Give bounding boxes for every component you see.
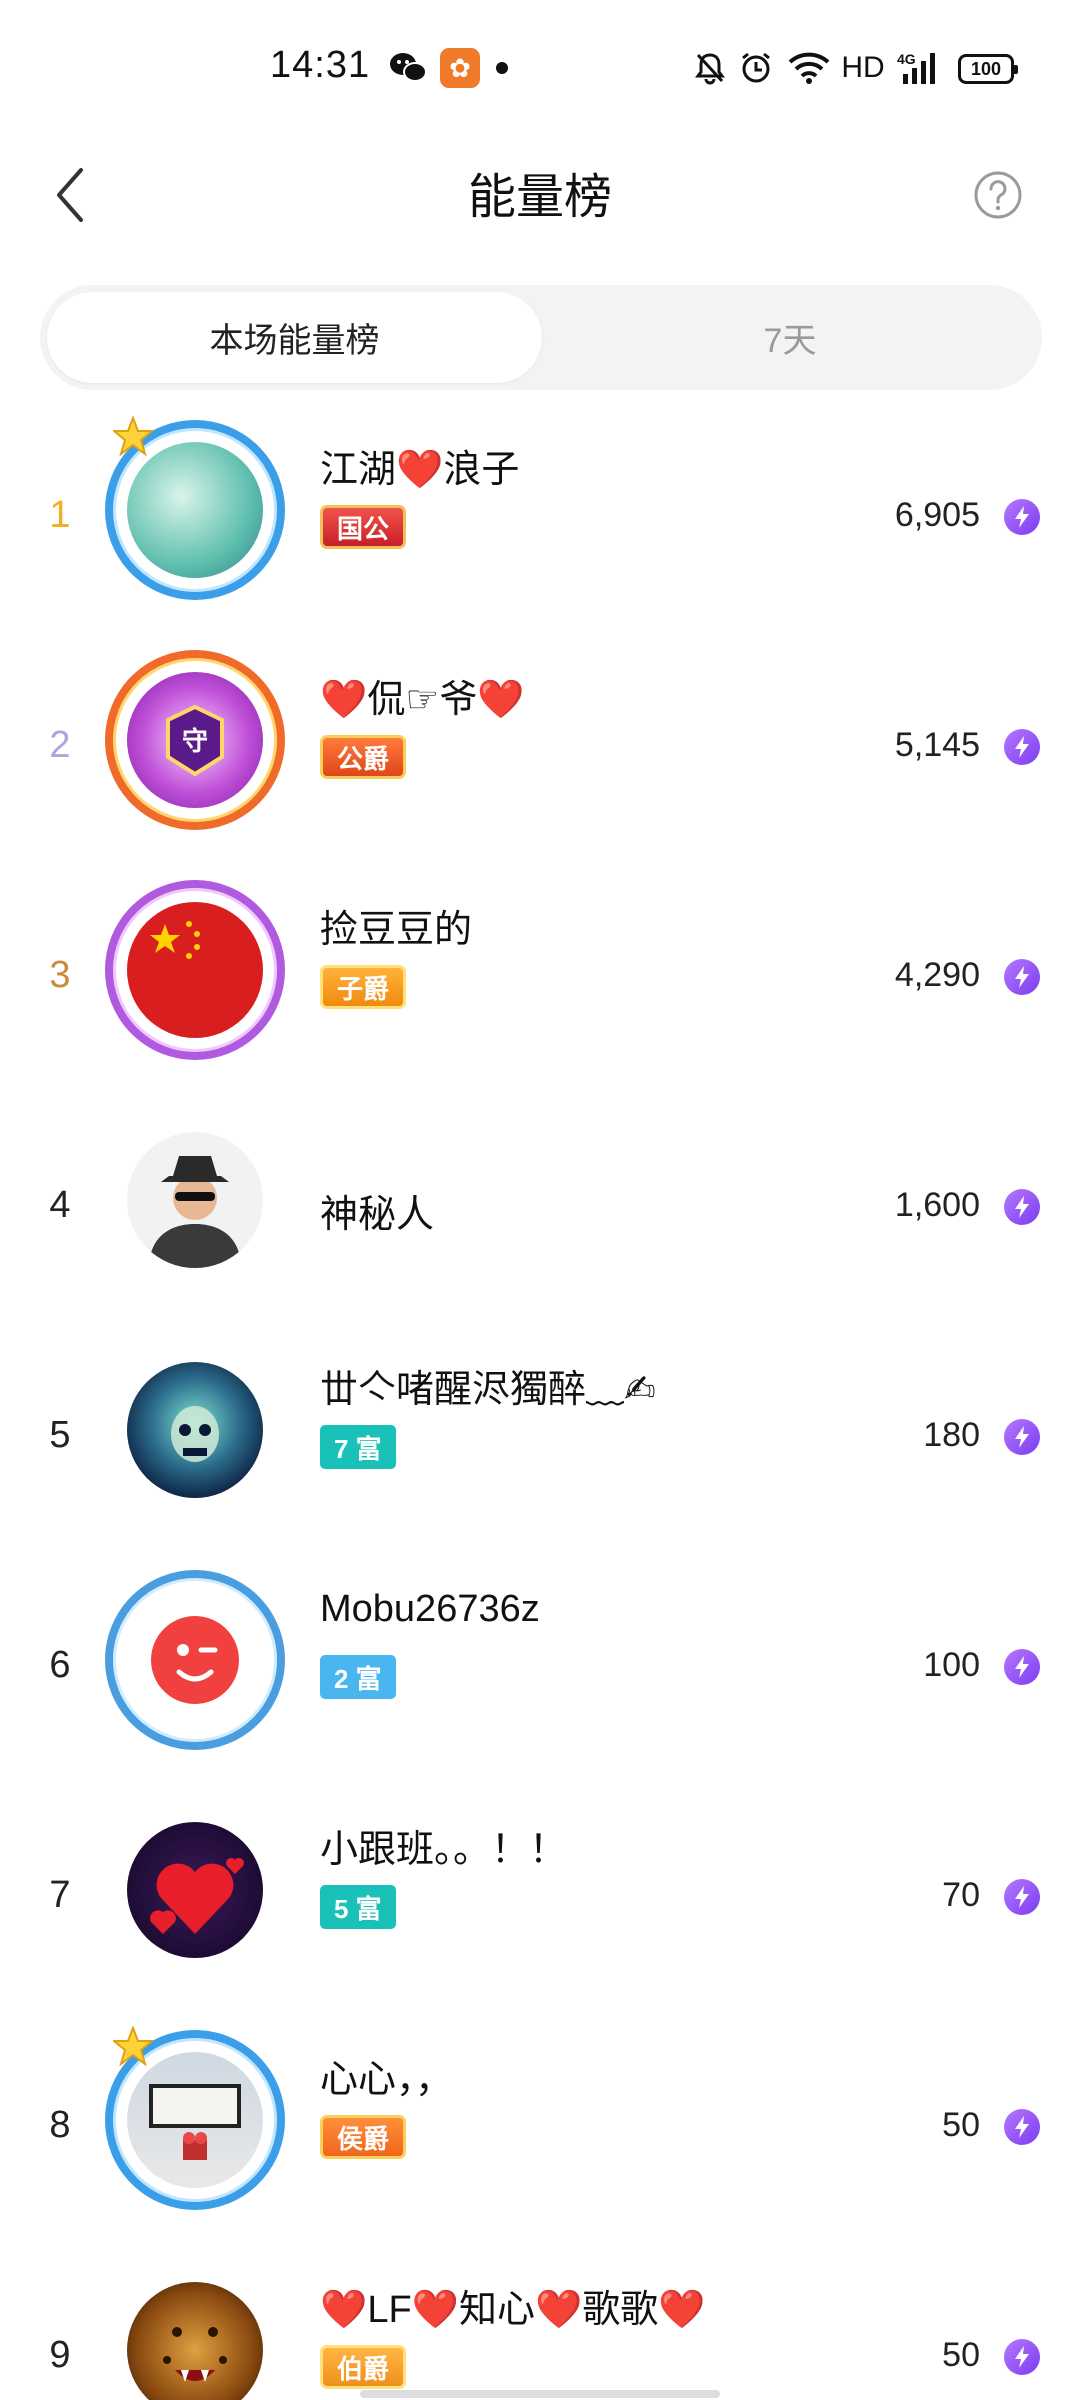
page-title: 能量榜 <box>467 171 612 224</box>
status-bar: 14:31 ✿ HD 4G 100 <box>0 0 1080 135</box>
rank-number: 6 <box>49 1643 71 1686</box>
rank-badge: 7 富 <box>320 1425 396 1469</box>
question-circle-icon <box>974 171 1022 219</box>
rank-number: 2 <box>49 723 71 766</box>
alarm-icon <box>736 48 776 88</box>
lightning-icon <box>1004 499 1040 535</box>
user-name: 神秘人 <box>320 1194 435 1236</box>
ranking-row[interactable]: 9 ❤️LF❤️知心❤️歌歌❤️ 伯爵 50 <box>0 2240 1080 2400</box>
energy-score: 1,600 <box>894 1185 980 1224</box>
ranking-row[interactable]: 4 神秘人 1,600 <box>0 1090 1080 1320</box>
rank-number: 8 <box>49 2103 71 2146</box>
avatar[interactable] <box>105 1340 285 1520</box>
ranking-row[interactable]: 6 Mobu26736z 2 富 100 <box>0 1550 1080 1780</box>
ranking-row[interactable]: 8 心心，， 侯爵 50 <box>0 2010 1080 2240</box>
ranking-row[interactable]: 3 捡豆豆的 子爵 4,290 <box>0 860 1080 1090</box>
user-name: 江湖❤️浪子 <box>320 449 520 491</box>
lightning-icon <box>1004 2339 1040 2375</box>
energy-score: 6,905 <box>894 495 980 534</box>
rank-badge: 国公 <box>320 505 407 549</box>
status-time: 14:31 <box>270 44 371 86</box>
lightning-icon <box>1004 1879 1040 1915</box>
avatar[interactable] <box>105 2260 285 2400</box>
hd-indicator: HD <box>841 51 885 84</box>
notification-dot-icon <box>494 48 510 88</box>
tab-current-session[interactable]: 本场能量榜 <box>47 292 542 383</box>
rank-badge: 公爵 <box>320 735 407 779</box>
wifi-icon <box>786 48 832 88</box>
rank-number: 9 <box>49 2333 71 2376</box>
user-name: 丗亽啫醒浕獨醉﹏✍ <box>320 1369 656 1411</box>
star-icon <box>113 2026 153 2066</box>
lightning-icon <box>1004 2109 1040 2145</box>
energy-score: 50 <box>942 2335 980 2374</box>
user-name: ❤️侃☞爷❤️ <box>320 679 525 721</box>
energy-score: 180 <box>923 1415 980 1454</box>
ranking-row[interactable]: 7 小跟班。。！！ 5 富 70 <box>0 1780 1080 2010</box>
rank-number: 7 <box>49 1873 71 1916</box>
rank-number: 1 <box>49 493 71 536</box>
energy-score: 50 <box>942 2105 980 2144</box>
avatar[interactable] <box>105 1800 285 1980</box>
battery-icon: 100 <box>958 54 1018 84</box>
ranking-row[interactable]: 5 丗亽啫醒浕獨醉﹏✍ 7 富 180 <box>0 1320 1080 1550</box>
ranking-row[interactable]: 2 守 ❤️侃☞爷❤️ 公爵 5,145 <box>0 630 1080 860</box>
home-indicator <box>360 2390 720 2398</box>
energy-score: 100 <box>923 1645 980 1684</box>
avatar[interactable] <box>105 1570 285 1750</box>
star-icon <box>113 416 153 456</box>
rank-badge: 2 富 <box>320 1655 396 1699</box>
help-button[interactable] <box>960 157 1036 233</box>
app-notification-icon: ✿ <box>440 48 480 88</box>
user-name: 心心，， <box>320 2059 454 2101</box>
rank-badge: 子爵 <box>320 965 407 1009</box>
lightning-icon <box>1004 959 1040 995</box>
avatar[interactable] <box>105 1110 285 1290</box>
header: 能量榜 <box>0 135 1080 270</box>
tab-7-days[interactable]: 7天 <box>545 292 1035 383</box>
rank-badge: 5 富 <box>320 1885 396 1929</box>
rank-number: 4 <box>49 1183 71 1226</box>
lightning-icon <box>1004 1649 1040 1685</box>
user-name: 捡豆豆的 <box>320 909 473 951</box>
lightning-icon <box>1004 1189 1040 1225</box>
avatar[interactable]: 守 <box>105 650 285 830</box>
rank-badge: 侯爵 <box>320 2115 407 2159</box>
user-name: Mobu26736z <box>320 1588 540 1630</box>
avatar[interactable] <box>105 880 285 1060</box>
signal-icon: 4G <box>896 48 944 88</box>
energy-score: 70 <box>942 1875 980 1914</box>
user-name: 小跟班。。！！ <box>320 1829 568 1871</box>
lightning-icon <box>1004 729 1040 765</box>
user-name: ❤️LF❤️知心❤️歌歌❤️ <box>320 2289 706 2331</box>
avatar[interactable] <box>105 2026 285 2210</box>
ranking-row[interactable]: 1 江湖❤️浪子 国公 6,905 <box>0 400 1080 630</box>
svg-text:4G: 4G <box>897 51 916 67</box>
avatar[interactable] <box>105 416 285 600</box>
rank-badge: 伯爵 <box>320 2345 407 2389</box>
energy-score: 5,145 <box>894 725 980 764</box>
wechat-icon <box>388 48 428 88</box>
ranking-tabs: 本场能量榜 7天 <box>40 285 1042 390</box>
lightning-icon <box>1004 1419 1040 1455</box>
energy-score: 4,290 <box>894 955 980 994</box>
rank-number: 5 <box>49 1413 71 1456</box>
bell-muted-icon <box>690 48 730 88</box>
svg-text:守: 守 <box>182 726 208 757</box>
rank-number: 3 <box>49 953 71 996</box>
